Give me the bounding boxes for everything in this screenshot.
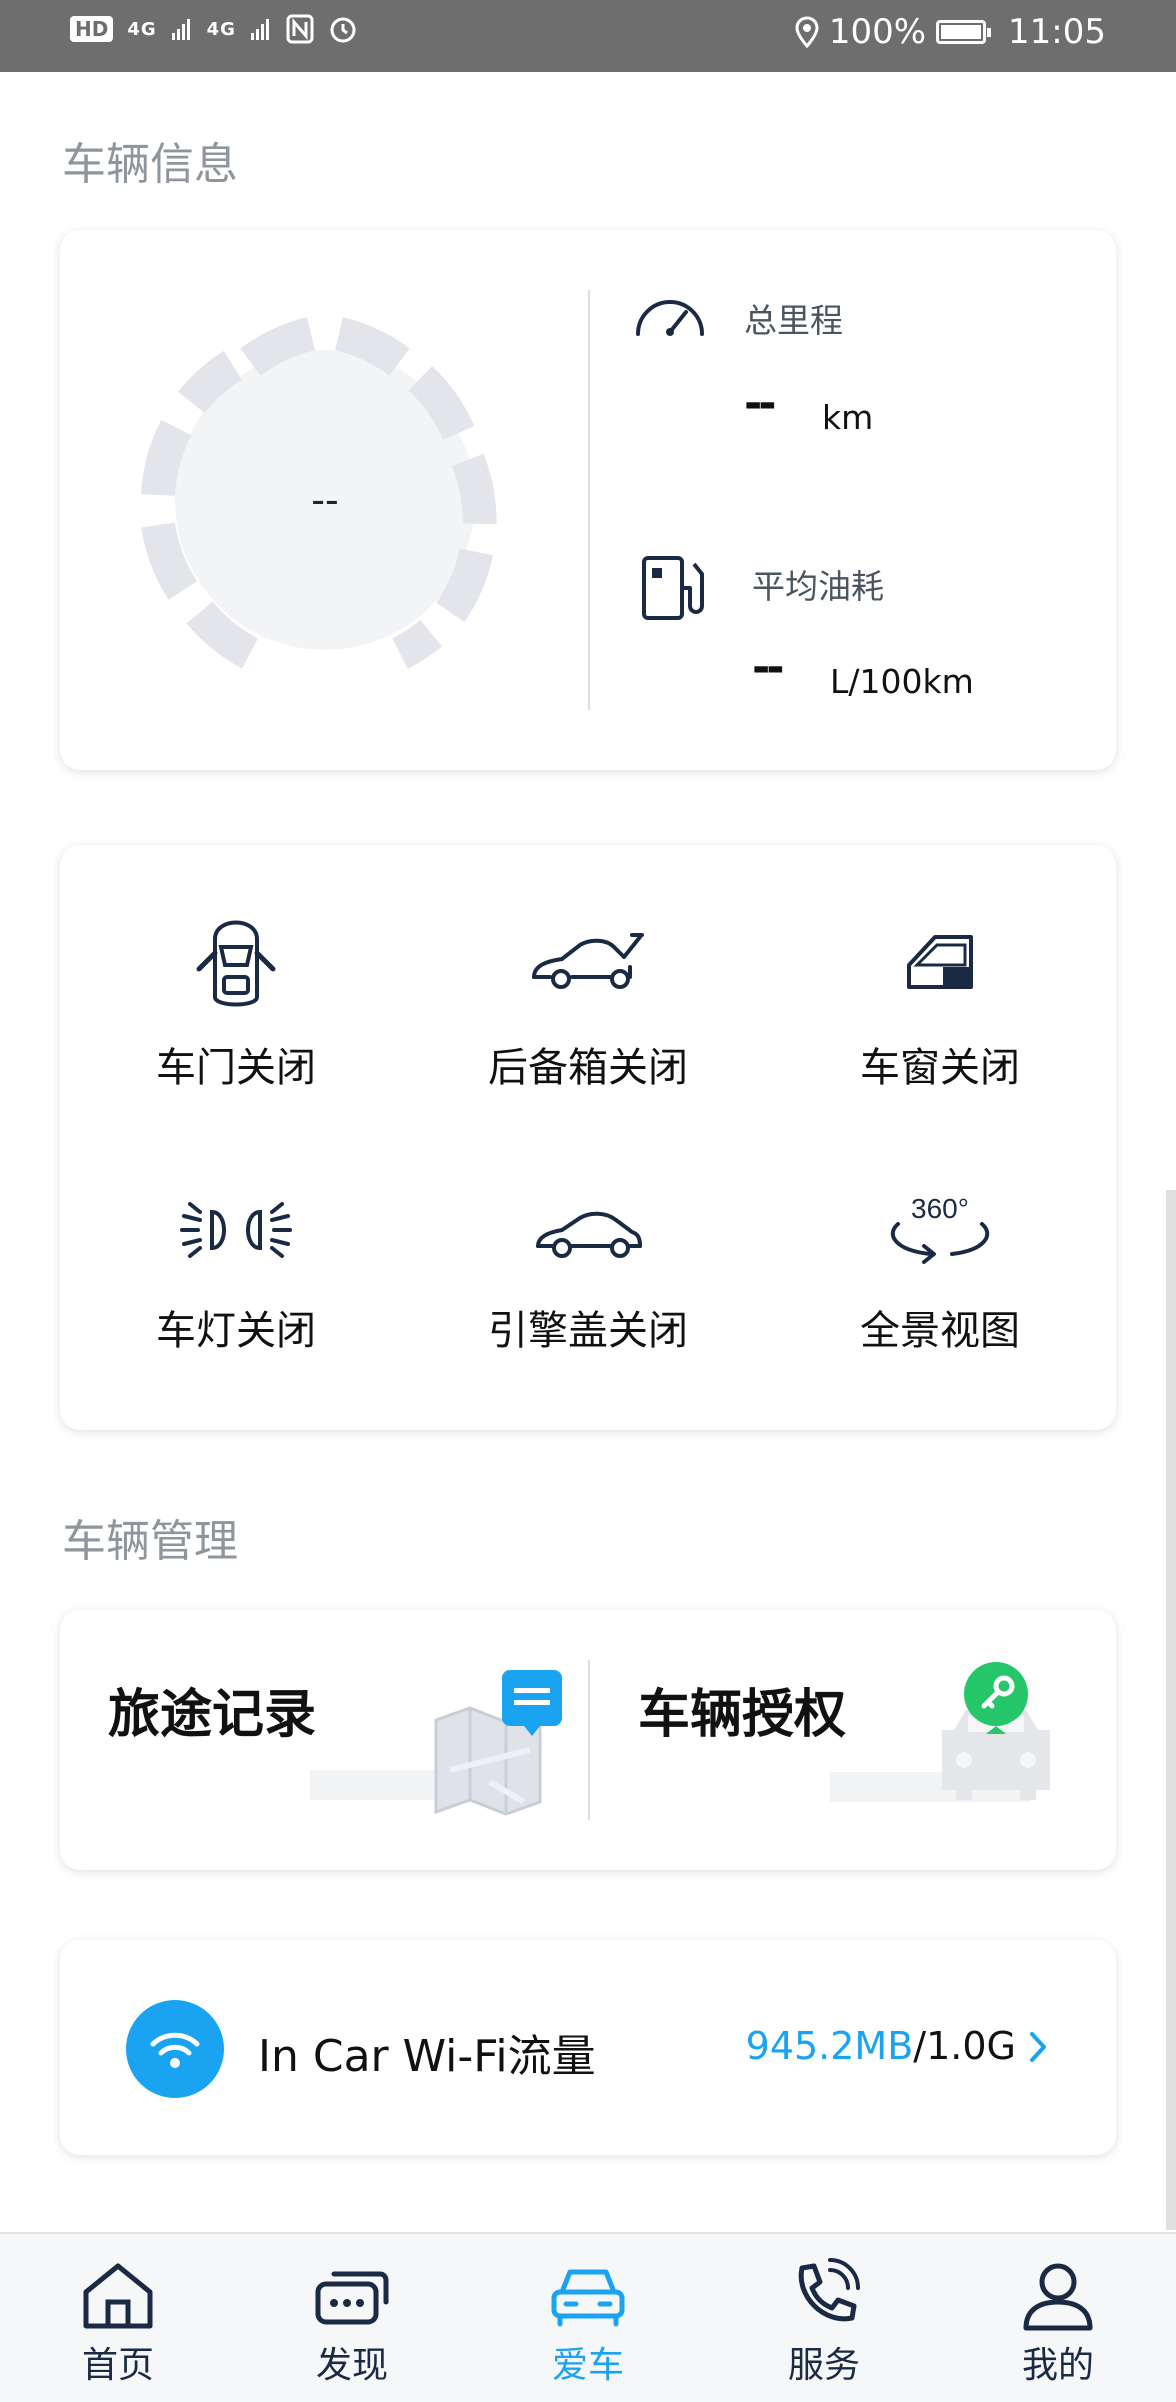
bottom-nav: 首页 发现 爱车 服务 我的: [0, 2232, 1176, 2402]
vehicle-info-card: -- 总里程 -- km 平均油耗 -- L/100km: [60, 230, 1116, 770]
status-label: 后备箱关闭: [488, 1045, 688, 1091]
gauge-value: --: [311, 478, 339, 522]
nav-mine[interactable]: 我的: [968, 2258, 1148, 2388]
trunk-icon: [532, 933, 644, 989]
status-label: 车窗关闭: [860, 1045, 1020, 1091]
nav-label: 我的: [1021, 2345, 1094, 2386]
trip-record-label: 旅途记录: [108, 1685, 317, 1745]
divider: [588, 290, 590, 710]
nav-service[interactable]: 服务: [734, 2258, 914, 2388]
trip-record-tile[interactable]: 旅途记录: [60, 1610, 588, 1870]
status-label: 引擎盖关闭: [488, 1308, 688, 1354]
car-door-icon: [196, 920, 276, 1007]
signal-bars-icon: [250, 19, 269, 40]
status-label: 全景视图: [860, 1308, 1020, 1354]
headlight-icon: [180, 1202, 292, 1258]
status-label: 车门关闭: [156, 1045, 316, 1091]
location-icon: [795, 16, 819, 48]
status-panorama[interactable]: 360° 全景视图: [764, 1180, 1116, 1380]
car-icon: [551, 2269, 625, 2327]
panorama-360-icon: 360°: [890, 1193, 990, 1264]
hood-icon: [536, 1211, 642, 1258]
nfc-icon: [286, 14, 314, 44]
wifi-label: In Car Wi-Fi流量: [258, 2031, 596, 2082]
status-bar: HD 4G 4G 100% 11:05: [0, 0, 1176, 72]
fuel-pump-icon: [642, 556, 704, 620]
wifi-separator: /: [913, 2024, 927, 2068]
wifi-card[interactable]: In Car Wi-Fi流量 945.2MB/1.0G: [60, 1940, 1116, 2155]
total-mileage-label: 总里程: [744, 301, 843, 340]
wifi-total: 1.0G: [926, 2024, 1016, 2068]
total-mileage-unit: km: [822, 398, 874, 437]
nav-label: 首页: [81, 2345, 154, 2386]
status-door[interactable]: 车门关闭: [60, 905, 412, 1105]
home-icon: [83, 2263, 153, 2329]
vehicle-management-title: 车辆管理: [62, 1516, 238, 1567]
status-right: 100% 11:05: [795, 12, 1106, 52]
hd-badge: HD: [70, 16, 114, 42]
speedometer-icon: [636, 300, 704, 336]
wifi-icon: [150, 2032, 200, 2068]
nav-discover[interactable]: 发现: [262, 2258, 442, 2388]
nav-label: 爱车: [551, 2345, 624, 2386]
status-window[interactable]: 车窗关闭: [764, 905, 1116, 1105]
avg-fuel-label: 平均油耗: [752, 567, 884, 606]
avg-fuel-unit: L/100km: [830, 662, 974, 701]
avg-fuel-value: --: [752, 642, 784, 693]
battery-icon: [936, 20, 992, 44]
wifi-usage: 945.2MB/1.0G: [746, 2024, 1016, 2068]
network-signal-2: 4G: [206, 18, 236, 40]
status-lights[interactable]: 车灯关闭: [60, 1180, 412, 1380]
svg-text:360°: 360°: [911, 1193, 969, 1224]
signal-bars-icon: [171, 19, 190, 40]
clock: 11:05: [1008, 12, 1106, 52]
nav-label: 发现: [315, 2345, 388, 2386]
status-trunk[interactable]: 后备箱关闭: [412, 905, 764, 1105]
battery-percent: 100%: [828, 12, 927, 52]
nav-home[interactable]: 首页: [28, 2258, 208, 2388]
wifi-used: 945.2MB: [745, 2024, 914, 2068]
vehicle-status-card: 车门关闭 后备箱关闭 车窗关闭 车灯关闭 引擎盖关闭 360° 全景视图: [60, 845, 1116, 1430]
car-window-icon: [907, 935, 973, 989]
discover-chat-icon: [315, 2271, 389, 2325]
status-hood[interactable]: 引擎盖关闭: [412, 1180, 764, 1380]
map-pin-illustration-icon: [310, 1670, 562, 1816]
chevron-right-icon: [1030, 2032, 1046, 2062]
wifi-badge: [126, 2000, 224, 2098]
nav-label: 服务: [787, 2345, 860, 2386]
network-signal-1: 4G: [127, 18, 157, 40]
vehicle-info-title: 车辆信息: [62, 139, 238, 190]
status-label: 车灯关闭: [156, 1308, 316, 1354]
user-icon: [1023, 2263, 1093, 2331]
nav-my-car[interactable]: 爱车: [498, 2258, 678, 2388]
vehicle-authorization-label: 车辆授权: [638, 1685, 847, 1745]
car-key-illustration-icon: [830, 1662, 1050, 1802]
vehicle-management-card: 旅途记录 车辆授权: [60, 1610, 1116, 1870]
scrollbar[interactable]: [1166, 1190, 1176, 2230]
alarm-icon: [330, 17, 356, 43]
phone-service-icon: [798, 2258, 860, 2322]
status-left: HD 4G 4G: [70, 14, 358, 44]
total-mileage-value: --: [744, 378, 776, 429]
vehicle-authorization-tile[interactable]: 车辆授权: [590, 1610, 1116, 1870]
fuel-gauge: --: [140, 315, 510, 685]
